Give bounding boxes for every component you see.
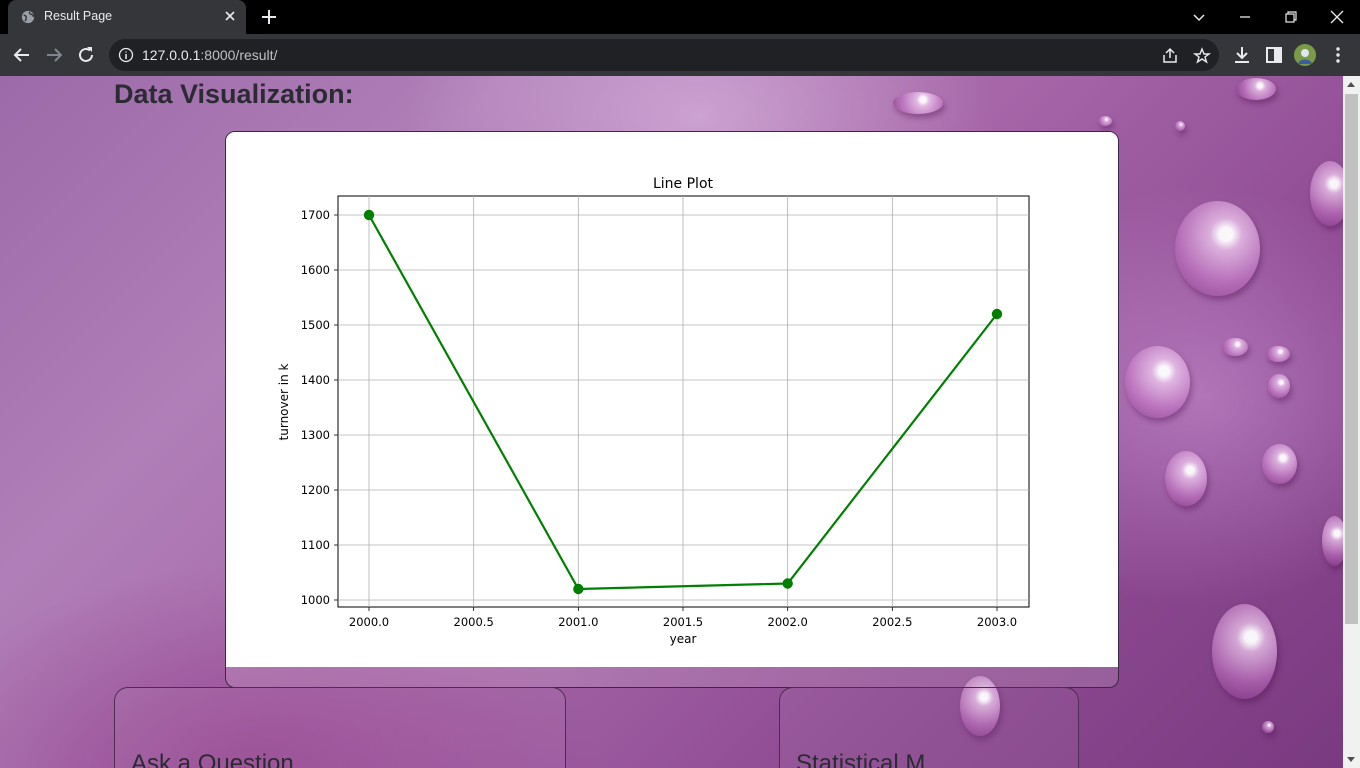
y-tick-label: 1300 (301, 428, 330, 442)
chart-title: Line Plot (653, 176, 714, 192)
scroll-down-arrow-icon[interactable] (1347, 757, 1355, 762)
water-drop-decoration (1262, 444, 1297, 484)
back-icon[interactable] (11, 44, 33, 66)
url-text: 127.0.0.1:8000/result/ (142, 47, 277, 63)
y-axis-label: turnover in k (277, 363, 291, 440)
bookmark-star-icon[interactable] (1193, 47, 1211, 65)
menu-kebab-icon[interactable] (1327, 44, 1349, 66)
data-point (363, 209, 375, 221)
scroll-up-arrow-icon[interactable] (1347, 82, 1355, 87)
y-axis-ticks: 1000 1100 1200 1300 1400 1500 1600 1700 (301, 208, 338, 607)
data-point (782, 578, 793, 589)
address-bar[interactable]: 127.0.0.1:8000/result/ (109, 39, 1219, 71)
restore-icon[interactable] (1280, 6, 1302, 28)
water-drop-decoration (1212, 604, 1277, 699)
water-drop-decoration (1262, 721, 1274, 733)
y-tick-label: 1000 (301, 593, 330, 607)
water-drop-decoration (1322, 516, 1343, 566)
water-drop-decoration (1222, 338, 1248, 356)
x-axis-ticks: 2000.0 2000.5 2001.0 2001.5 2002.0 2002.5 2003… (349, 607, 1017, 629)
page-viewport: Data Visualization: 2000.0 2000.5 2001.0 20… (0, 76, 1343, 768)
water-drop-decoration (1098, 116, 1112, 126)
statistical-measures-label: Statistical M (796, 750, 926, 768)
water-drop-decoration (1310, 161, 1343, 226)
x-tick-label: 2001.5 (663, 615, 703, 629)
x-tick-label: 2000.5 (454, 615, 494, 629)
forward-icon[interactable] (43, 44, 65, 66)
share-icon[interactable] (1161, 47, 1179, 65)
browser-tab[interactable]: Result Page (8, 0, 246, 34)
ask-question-label: Ask a Question (131, 750, 294, 768)
water-drop-decoration (1266, 346, 1290, 362)
gridlines (338, 196, 1029, 607)
water-drop-decoration (1268, 374, 1290, 398)
water-drop-decoration (1125, 346, 1190, 418)
close-window-icon[interactable] (1326, 6, 1348, 28)
x-tick-label: 2003.0 (977, 615, 1017, 629)
x-tick-label: 2002.0 (768, 615, 808, 629)
minimize-icon[interactable] (1234, 6, 1256, 28)
side-panel-icon[interactable] (1263, 44, 1285, 66)
reload-icon[interactable] (75, 44, 97, 66)
tab-title: Result Page (44, 9, 113, 23)
water-drop-decoration (893, 92, 943, 114)
tab-strip: Result Page (0, 0, 1360, 34)
x-tick-label: 2000.0 (349, 615, 389, 629)
water-drop-decoration (1175, 201, 1260, 296)
url-host: 127.0.0.1 (142, 47, 201, 63)
y-tick-label: 1700 (301, 208, 330, 222)
page-title: Data Visualization: (114, 79, 354, 109)
data-point (573, 583, 584, 595)
site-info-icon[interactable] (118, 47, 134, 63)
globe-icon (21, 10, 35, 24)
tab-search-icon[interactable] (1188, 6, 1210, 28)
x-tick-label: 2001.0 (558, 615, 598, 629)
profile-avatar[interactable] (1294, 44, 1316, 66)
data-point (991, 308, 1003, 320)
url-path: :8000/result/ (200, 47, 278, 63)
water-drop-decoration (1175, 121, 1185, 131)
avatar-icon (1294, 44, 1316, 66)
close-tab-icon[interactable] (222, 8, 238, 24)
download-icon[interactable] (1231, 44, 1253, 66)
water-drop-decoration (1236, 78, 1276, 100)
new-tab-icon[interactable] (258, 8, 280, 26)
water-drop-decoration (1165, 451, 1207, 506)
chart-card: 2000.0 2000.5 2001.0 2001.5 2002.0 2002.5 2003… (225, 131, 1119, 688)
browser-toolbar: 127.0.0.1:8000/result/ (0, 34, 1360, 76)
y-tick-label: 1200 (301, 483, 330, 497)
x-tick-label: 2002.5 (872, 615, 912, 629)
y-tick-label: 1400 (301, 373, 330, 387)
y-tick-label: 1600 (301, 263, 330, 277)
line-plot: 2000.0 2000.5 2001.0 2001.5 2002.0 2002.5 2003… (226, 132, 1118, 667)
y-tick-label: 1100 (301, 538, 330, 552)
y-tick-label: 1500 (301, 318, 330, 332)
scroll-thumb[interactable] (1345, 94, 1358, 624)
x-axis-label: year (670, 632, 697, 646)
page-scrollbar[interactable] (1343, 76, 1360, 768)
ask-question-card[interactable]: Ask a Question (114, 687, 566, 768)
line-plot-svg: 2000.0 2000.5 2001.0 2001.5 2002.0 2002.5 2003… (277, 176, 1030, 646)
statistical-measures-card[interactable]: Statistical M (779, 687, 1079, 768)
